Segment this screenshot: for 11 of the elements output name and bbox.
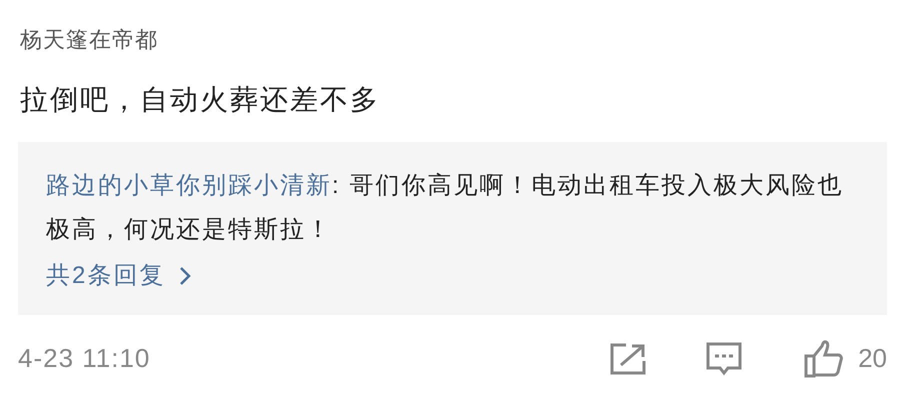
thumbs-up-icon[interactable] — [804, 340, 844, 378]
post-time: 4-23 11:10 — [18, 342, 150, 375]
chevron-right-icon — [179, 266, 192, 286]
reply-text: 路边的小草你别踩小清新: 哥们你高见啊！电动出租车投入极大风险也极高，何况还是特斯拉！ — [46, 171, 844, 245]
comment-text: 拉倒吧，自动火葬还差不多 — [19, 83, 381, 117]
like-count: 20 — [858, 342, 887, 375]
more-replies-link[interactable]: 共2条回复 — [46, 258, 192, 294]
comment-author[interactable]: 杨天篷在帝都 — [18, 24, 887, 56]
share-icon[interactable] — [610, 342, 646, 374]
comment-icon[interactable] — [706, 342, 742, 376]
reply-author-link[interactable]: 路边的小草你别踩小清新 — [46, 172, 332, 199]
